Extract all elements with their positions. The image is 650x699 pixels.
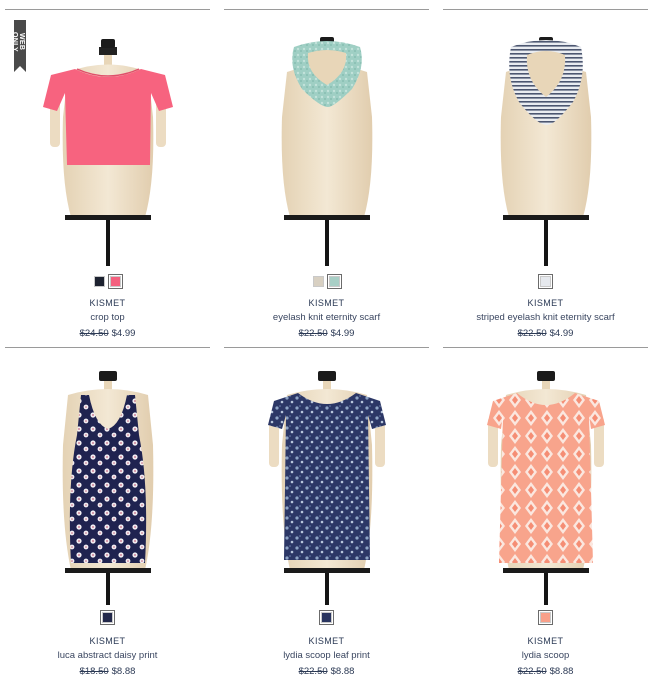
brand-name[interactable]: KISMET: [5, 636, 210, 646]
divider: [5, 347, 210, 348]
brand-name[interactable]: KISMET: [224, 636, 429, 646]
original-price: $22.50: [517, 328, 547, 339]
color-swatches: [224, 610, 429, 625]
brand-name[interactable]: KISMET: [5, 298, 210, 308]
product-image[interactable]: [5, 355, 210, 605]
divider: [224, 9, 429, 10]
color-swatch[interactable]: [100, 610, 115, 625]
product-image[interactable]: [443, 355, 648, 605]
brand-name[interactable]: KISMET: [443, 298, 648, 308]
sale-price: $4.99: [549, 328, 574, 339]
color-swatches: [5, 610, 210, 625]
color-swatch[interactable]: [313, 276, 324, 287]
product-name[interactable]: lydia scoop: [443, 650, 648, 661]
color-swatch[interactable]: [108, 274, 123, 289]
divider: [5, 9, 210, 10]
original-price: $22.50: [298, 666, 328, 677]
original-price: $22.50: [517, 666, 547, 677]
original-price: $24.50: [79, 328, 109, 339]
divider: [224, 347, 429, 348]
brand-name[interactable]: KISMET: [224, 298, 429, 308]
product-name[interactable]: crop top: [5, 312, 210, 323]
sale-price: $4.99: [330, 328, 355, 339]
color-swatches: [443, 610, 648, 625]
product-image[interactable]: [443, 17, 648, 267]
sale-price: $4.99: [111, 328, 136, 339]
color-swatches: [224, 274, 429, 289]
color-swatch[interactable]: [319, 610, 334, 625]
color-swatch[interactable]: [327, 274, 342, 289]
product-image[interactable]: [224, 17, 429, 267]
color-swatch[interactable]: [538, 274, 553, 289]
sale-price: $8.88: [549, 666, 574, 677]
product-name[interactable]: striped eyelash knit eternity scarf: [443, 312, 648, 323]
sale-price: $8.88: [111, 666, 136, 677]
product-name[interactable]: eyelash knit eternity scarf: [224, 312, 429, 323]
web-only-label: WEB ONLY: [11, 31, 25, 52]
color-swatches: [443, 274, 648, 289]
color-swatch[interactable]: [538, 610, 553, 625]
divider: [443, 9, 648, 10]
color-swatches: [5, 274, 210, 289]
product-image[interactable]: [224, 355, 429, 605]
product-name[interactable]: luca abstract daisy print: [5, 650, 210, 661]
divider: [443, 347, 648, 348]
original-price: $22.50: [298, 328, 328, 339]
color-swatch[interactable]: [94, 276, 105, 287]
brand-name[interactable]: KISMET: [443, 636, 648, 646]
sale-price: $8.88: [330, 666, 355, 677]
product-name[interactable]: lydia scoop leaf print: [224, 650, 429, 661]
product-image[interactable]: [5, 17, 210, 267]
original-price: $18.50: [79, 666, 109, 677]
